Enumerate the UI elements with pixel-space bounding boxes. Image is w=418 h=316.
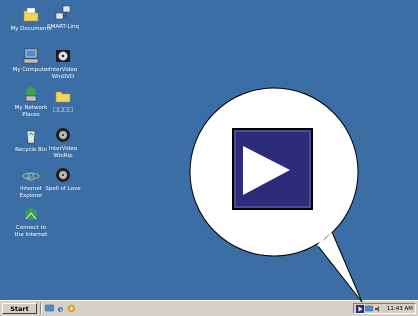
windvd-tray-icon[interactable]	[356, 305, 364, 313]
folder-icon	[55, 91, 71, 103]
desktop-icon-intervideo-winrip[interactable]: InterVideo WinRip	[36, 126, 90, 159]
desktop-icon[interactable]	[45, 304, 54, 313]
desktop-icon-spell-of-love[interactable]: Spell of Love	[36, 166, 90, 193]
desktop-icon-label: InterVideo WinRip	[48, 146, 78, 159]
play-icon[interactable]	[232, 128, 313, 210]
svg-text:e: e	[58, 305, 64, 313]
volume-icon[interactable]	[374, 305, 382, 313]
desktop-icon-intervideo-windvd[interactable]: InterVideo WinDVD	[36, 47, 90, 80]
desktop-icon-label: InterVideo WinDVD	[48, 67, 78, 80]
internet-explorer-icon[interactable]: e	[56, 304, 65, 313]
desktop-icon-smart-linq[interactable]: SMART-Linq	[36, 4, 90, 31]
desktop-icon-connect-to-internet[interactable]: Connect to the Internet	[4, 205, 58, 238]
desktop-icon-folder-boxes[interactable]: □□□□	[36, 87, 90, 114]
start-button[interactable]: Start	[2, 303, 37, 314]
media-icon[interactable]	[67, 304, 76, 313]
desktop-icon-label: Connect to the Internet	[14, 225, 48, 238]
svg-text:e: e	[26, 167, 36, 184]
winrip-icon	[56, 128, 70, 142]
taskbar: Start e 11:43 AM	[0, 300, 418, 316]
connect-internet-icon	[25, 208, 37, 220]
desktop-icon-label: □□□□	[52, 107, 74, 113]
start-button-label: Start	[10, 305, 29, 313]
music-disc-icon	[56, 168, 70, 182]
desktop-icon-label: Spell of Love	[45, 186, 81, 192]
system-tray: 11:43 AM	[353, 303, 416, 314]
windvd-icon	[56, 50, 70, 62]
quick-launch-divider	[40, 303, 42, 314]
network-tray-icon[interactable]	[365, 305, 373, 313]
network-icon	[55, 5, 71, 20]
clock[interactable]: 11:43 AM	[387, 304, 413, 314]
desktop-icon-label: SMART-Linq	[47, 24, 79, 30]
desktop: My Documents SMART-Linq My Computer Inte…	[0, 0, 418, 300]
